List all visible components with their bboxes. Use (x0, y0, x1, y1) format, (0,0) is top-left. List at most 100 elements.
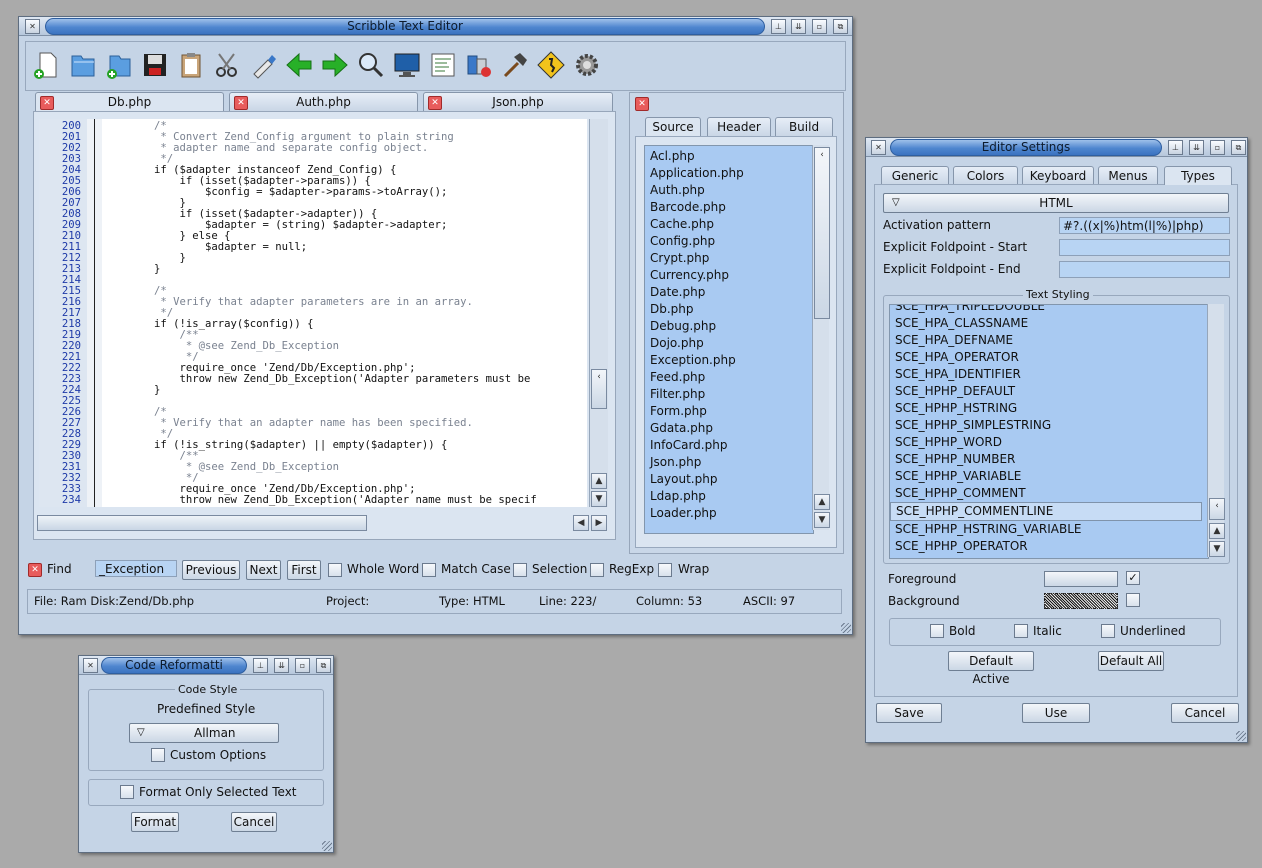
close-icon[interactable]: ✕ (428, 96, 442, 110)
scroll-up-icon[interactable]: ▲ (1209, 523, 1225, 539)
style-list-item[interactable]: SCE_HPHP_WORD (890, 434, 1208, 451)
clipboard-icon[interactable] (176, 50, 206, 80)
style-list-item[interactable]: SCE_HPA_IDENTIFIER (890, 366, 1208, 383)
depth-icon[interactable]: ⧉ (833, 19, 848, 34)
search-icon[interactable] (356, 50, 386, 80)
file-list-item[interactable]: Layout.php (645, 471, 813, 488)
file-list-item[interactable]: Loader.php (645, 505, 813, 522)
format-selected-checkbox[interactable] (120, 785, 134, 799)
new-file-icon[interactable] (32, 50, 62, 80)
save-button[interactable]: Save (876, 703, 942, 723)
save-icon[interactable] (140, 50, 170, 80)
style-select[interactable]: ▽ Allman (129, 723, 279, 743)
zoom-icon[interactable]: ▫ (295, 658, 310, 673)
paste-icon[interactable] (248, 50, 278, 80)
jump-icon[interactable]: ⇊ (1189, 140, 1204, 155)
build-icon[interactable] (464, 50, 494, 80)
open-new-icon[interactable] (104, 50, 134, 80)
style-list-item[interactable]: SCE_HPHP_NUMBER (890, 451, 1208, 468)
file-list-item[interactable]: Debug.php (645, 318, 813, 335)
iconify-icon[interactable]: ⊥ (253, 658, 268, 673)
depth-icon[interactable]: ⧉ (1231, 140, 1246, 155)
style-list-item[interactable]: SCE_HPHP_HSTRING (890, 400, 1208, 417)
tab-db[interactable]: ✕ Db.php (35, 92, 224, 111)
tab-keyboard[interactable]: Keyboard (1022, 166, 1094, 185)
activation-input[interactable]: #?.((x|%)htm(l|%)|php) (1059, 217, 1230, 234)
zoom-icon[interactable]: ▫ (812, 19, 827, 34)
bold-checkbox[interactable] (930, 624, 944, 638)
cancel-button[interactable]: Cancel (1171, 703, 1239, 723)
file-list-item[interactable]: Auth.php (645, 182, 813, 199)
first-button[interactable]: First (287, 560, 321, 580)
match-case-checkbox[interactable] (422, 563, 436, 577)
file-list-scroll[interactable]: ‹ ▲ ▼ (812, 145, 830, 530)
wrap-checkbox[interactable] (658, 563, 672, 577)
italic-checkbox[interactable] (1014, 624, 1028, 638)
file-list-item[interactable]: Ldap.php (645, 488, 813, 505)
file-list-item[interactable]: Db.php (645, 301, 813, 318)
file-list-item[interactable]: Json.php (645, 454, 813, 471)
scroll-down-icon[interactable]: ▼ (1209, 541, 1225, 557)
foreground-color-swatch[interactable] (1044, 571, 1118, 587)
style-list-item[interactable]: SCE_HPA_DEFNAME (890, 332, 1208, 349)
scroll-right-icon[interactable]: ▶ (591, 515, 607, 531)
find-input[interactable]: _Exception (95, 560, 177, 577)
background-checkbox[interactable] (1126, 593, 1140, 607)
style-list-item[interactable]: SCE_HPHP_DEFAULT (890, 383, 1208, 400)
file-list[interactable]: Acl.php Application.php Auth.php Barcode.ph… (644, 145, 814, 534)
file-list-item[interactable]: Acl.php (645, 148, 813, 165)
file-list-item[interactable]: Currency.php (645, 267, 813, 284)
close-icon[interactable]: ✕ (871, 140, 886, 155)
tab-menus[interactable]: Menus (1098, 166, 1158, 185)
file-list-item[interactable]: Dojo.php (645, 335, 813, 352)
custom-options-checkbox[interactable] (151, 748, 165, 762)
tab-generic[interactable]: Generic (881, 166, 949, 185)
reformat-titlebar[interactable]: ✕ Code Reformatti ⊥ ⇊ ▫ ⧉ (79, 656, 333, 675)
tab-header[interactable]: Header (707, 117, 771, 136)
style-list-item[interactable]: SCE_HPHP_COMMENTLINE (890, 502, 1202, 521)
jump-icon[interactable]: ⇊ (274, 658, 289, 673)
code-editor[interactable]: 200 /* 201 * Convert Zend_Config argument… (39, 119, 587, 507)
scroll-down-icon[interactable]: ▼ (814, 512, 830, 528)
scroll-up-icon[interactable]: ▲ (591, 473, 607, 489)
hammer-icon[interactable] (500, 50, 530, 80)
style-list-scroll[interactable]: ‹ ▲ ▼ (1207, 304, 1225, 557)
scroll-thumb[interactable]: ‹ (591, 369, 607, 409)
close-icon[interactable]: ✕ (635, 97, 649, 111)
format-button[interactable]: Format (131, 812, 179, 832)
close-icon[interactable]: ✕ (40, 96, 54, 110)
open-file-icon[interactable] (68, 50, 98, 80)
foreground-checkbox[interactable]: ✓ (1126, 571, 1140, 585)
iconify-icon[interactable]: ⊥ (1168, 140, 1183, 155)
next-button[interactable]: Next (246, 560, 281, 580)
file-list-item[interactable]: Barcode.php (645, 199, 813, 216)
style-list[interactable]: SCE_HPA_TRIPLEDOUBLE SCE_HPA_CLASSNAME SCE… (889, 304, 1209, 559)
tab-auth[interactable]: ✕ Auth.php (229, 92, 418, 111)
cut-icon[interactable] (212, 50, 242, 80)
default-all-button[interactable]: Default All (1098, 651, 1164, 671)
scroll-up-icon[interactable]: ▲ (814, 494, 830, 510)
arrow-left-icon[interactable] (284, 50, 314, 80)
close-icon[interactable]: ✕ (234, 96, 248, 110)
fold-start-input[interactable] (1059, 239, 1230, 256)
settings-titlebar[interactable]: ✕ Editor Settings ⊥ ⇊ ▫ ⧉ (866, 138, 1247, 157)
regexp-checkbox[interactable] (590, 563, 604, 577)
main-titlebar[interactable]: ✕ Scribble Text Editor ⊥ ⇊ ▫ ⧉ (19, 17, 852, 36)
previous-button[interactable]: Previous (182, 560, 240, 580)
style-list-item[interactable]: SCE_HPHP_SIMPLESTRING (890, 417, 1208, 434)
style-list-item[interactable]: SCE_HPA_TRIPLEDOUBLE (890, 305, 1208, 315)
file-list-item[interactable]: Form.php (645, 403, 813, 420)
style-list-item[interactable]: SCE_HPHP_COMMENT (890, 485, 1208, 502)
scroll-down-icon[interactable]: ▼ (591, 491, 607, 507)
file-list-item[interactable]: Cache.php (645, 216, 813, 233)
type-select[interactable]: ▽ HTML (883, 193, 1229, 213)
resize-grip-icon[interactable] (322, 841, 332, 851)
monitor-icon[interactable] (392, 50, 422, 80)
resize-grip-icon[interactable] (1236, 731, 1246, 741)
close-icon[interactable]: ✕ (25, 19, 40, 34)
document-list-icon[interactable] (428, 50, 458, 80)
scroll-left-icon[interactable]: ◀ (573, 515, 589, 531)
depth-icon[interactable]: ⧉ (316, 658, 331, 673)
tab-build[interactable]: Build (775, 117, 833, 136)
selection-checkbox[interactable] (513, 563, 527, 577)
